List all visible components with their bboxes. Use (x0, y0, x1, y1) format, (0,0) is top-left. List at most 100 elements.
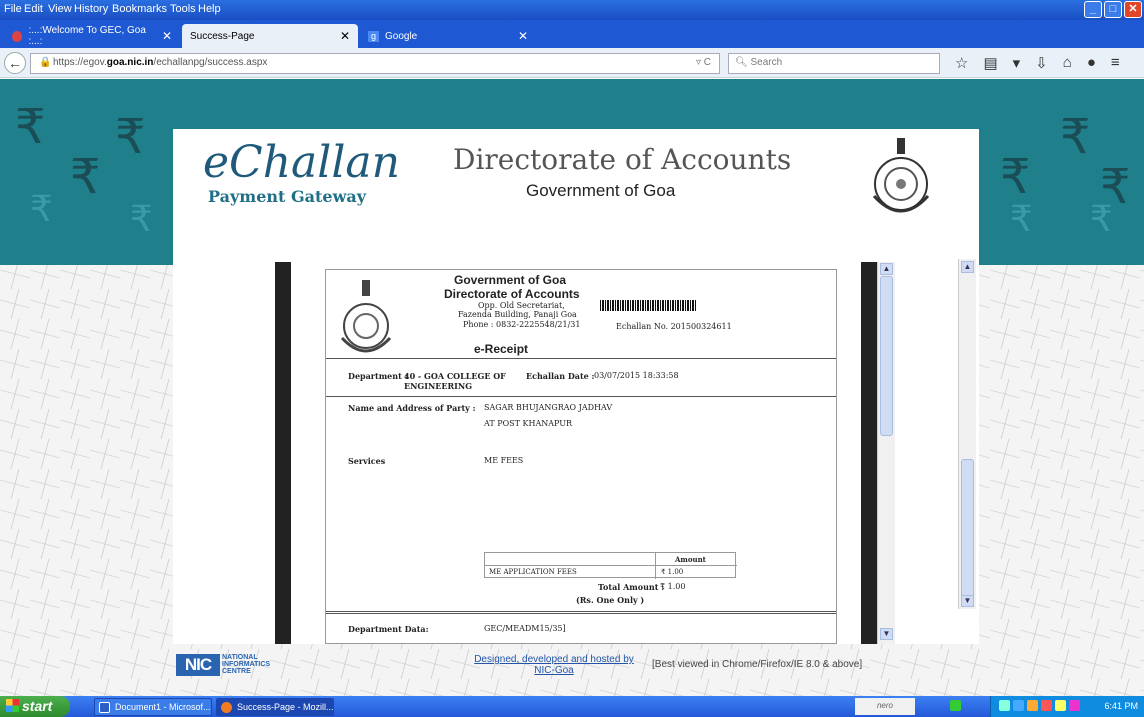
firefox-icon (221, 702, 232, 713)
services-value: ME FEES (484, 456, 524, 465)
total-value: ₹ 1.00 (660, 582, 686, 591)
receipt-frame-left-border (275, 262, 291, 644)
windows-logo-icon (6, 699, 19, 712)
divider (326, 613, 836, 614)
receipt-addr1: Opp. Old Secretariat, (478, 301, 565, 310)
reading-list-icon[interactable]: ▤ (983, 54, 997, 72)
rupee-decoration-icon: ₹ (115, 109, 146, 165)
receipt-scrollbar[interactable]: ▲ ▼ (877, 262, 895, 644)
search-icon: 🔍︎ (735, 57, 748, 68)
google-favicon-icon: g (368, 30, 379, 42)
tab-google[interactable]: g Google ✕ (360, 24, 536, 48)
minimize-button[interactable]: _ (1084, 1, 1102, 18)
barcode (600, 300, 696, 311)
page-scroll-thumb[interactable] (961, 459, 974, 605)
dept-data-label: Department Data: (348, 624, 429, 634)
menu-history[interactable]: History (74, 3, 108, 15)
taskbar-word-document[interactable]: Document1 - Microsof... (94, 698, 212, 716)
scroll-down-icon[interactable]: ▼ (880, 628, 893, 640)
receipt-frame-right-border (861, 262, 877, 644)
menu-file[interactable]: File (4, 3, 22, 15)
receipt-phone: Phone : 0832-2225548/21/31 (463, 320, 581, 329)
close-window-button[interactable]: ✕ (1124, 1, 1142, 18)
page-scrollbar[interactable]: ▲ ▼ (958, 259, 976, 609)
receipt-scroll-thumb[interactable] (880, 276, 893, 436)
content-panel: eChallan Payment Gateway Directorate of … (173, 129, 979, 644)
close-tab-icon[interactable]: ✕ (340, 29, 350, 43)
menu-icon[interactable]: ≡ (1111, 54, 1120, 72)
receipt-emblem-icon (340, 280, 392, 353)
tray-icon[interactable] (1027, 700, 1038, 711)
echallan-date-label: Echallan Date : (526, 371, 595, 381)
close-tab-icon[interactable]: ✕ (162, 29, 172, 43)
home-icon[interactable]: ⌂ (1063, 54, 1072, 72)
taskbar-firefox[interactable]: Success-Page - Mozill... (216, 698, 334, 716)
download-icon[interactable]: ⇩ (1035, 54, 1048, 72)
start-label: start (22, 698, 53, 714)
system-tray: 6:41 PM (990, 696, 1144, 717)
tray-icon[interactable] (1055, 700, 1066, 711)
tray-icon[interactable] (1041, 700, 1052, 711)
taskbar-item-label: Success-Page - Mozill... (237, 702, 334, 712)
search-input[interactable]: 🔍︎ Search (728, 53, 940, 74)
rupee-decoration-icon: ₹ (70, 149, 101, 205)
amount-table-row-line (485, 565, 737, 566)
receipt-gov: Government of Goa (454, 273, 567, 287)
tab-bar: :...:Welcome To GEC, Goa :...: ✕ Success… (0, 20, 1144, 63)
url-suffix: /echallanpg/success.aspx (153, 57, 268, 68)
bookmark-star-icon[interactable]: ☆ (955, 54, 968, 72)
scroll-down-icon[interactable]: ▼ (961, 595, 974, 607)
receipt-dir: Directorate of Accounts (444, 287, 580, 301)
word-icon (99, 702, 110, 713)
menu-help[interactable]: Help (198, 3, 221, 15)
echallan-logo: eChallan (203, 137, 400, 188)
network-icon[interactable] (950, 700, 961, 711)
back-button[interactable]: ← (4, 52, 26, 74)
tab-label: Google (385, 30, 418, 42)
divider (326, 611, 836, 612)
tray-icon[interactable] (999, 700, 1010, 711)
e-receipt: Government of Goa Directorate of Account… (325, 269, 837, 644)
menu-edit[interactable]: Edit (24, 3, 43, 15)
menu-tools[interactable]: Tools (170, 3, 196, 15)
tray-icon[interactable] (1013, 700, 1024, 711)
reload-icon[interactable]: ▿ C (696, 57, 711, 68)
url-prefix: https://egov. (53, 57, 107, 68)
clock: 6:41 PM (1104, 701, 1138, 711)
page-subtitle: Government of Goa (526, 181, 676, 200)
tab-gec[interactable]: :...:Welcome To GEC, Goa :...: ✕ (4, 24, 180, 48)
scroll-up-icon[interactable]: ▲ (880, 263, 893, 275)
amount-table-column-line (655, 553, 656, 579)
menu-bookmarks[interactable]: Bookmarks (112, 3, 167, 15)
nero-toolbar[interactable]: nero (855, 698, 915, 715)
services-label: Services (348, 456, 386, 466)
nic-line-3: CENTRE (222, 668, 251, 675)
rupee-decoration-icon: ₹ (1010, 199, 1033, 240)
close-tab-icon[interactable]: ✕ (518, 29, 528, 43)
nic-line-1: NATIONAL (222, 654, 258, 661)
nic-logo-mark: NIC (176, 654, 220, 676)
maximize-button[interactable]: □ (1104, 1, 1122, 18)
party-address: AT POST KHANAPUR (484, 419, 573, 428)
tab-label: Success-Page (190, 30, 255, 42)
chat-icon[interactable]: ● (1087, 54, 1096, 72)
menu-view[interactable]: View (48, 3, 72, 15)
dept-data-value: GEC/MEADM15/35] (484, 624, 566, 633)
address-bar[interactable]: 🔒 https://egov.goa.nic.in/echallanpg/suc… (30, 53, 720, 74)
service-amount: ₹ 1.00 (661, 568, 684, 576)
amount-table: Amount ME APPLICATION FEES ₹ 1.00 (484, 552, 737, 579)
tab-success-page[interactable]: Success-Page ✕ (182, 24, 358, 48)
party-label: Name and Address of Party : (348, 403, 476, 413)
party-name: SAGAR BHUJANGRAO JADHAV (484, 403, 613, 412)
search-placeholder: Search (750, 57, 783, 68)
start-button[interactable]: start (0, 696, 70, 717)
designed-by-link[interactable]: Designed, developed and hosted by NIC-Go… (474, 654, 634, 676)
total-label: Total Amount : (598, 582, 665, 592)
lock-icon: 🔒 (39, 57, 52, 68)
tray-icon[interactable] (1069, 700, 1080, 711)
rupee-decoration-icon: ₹ (15, 99, 46, 155)
scroll-up-icon[interactable]: ▲ (961, 261, 974, 273)
taskbar: start Document1 - Microsof... Success-Pa… (0, 696, 1144, 717)
department-label: Department : (348, 371, 408, 381)
pocket-icon[interactable]: ▾ (1013, 54, 1021, 72)
